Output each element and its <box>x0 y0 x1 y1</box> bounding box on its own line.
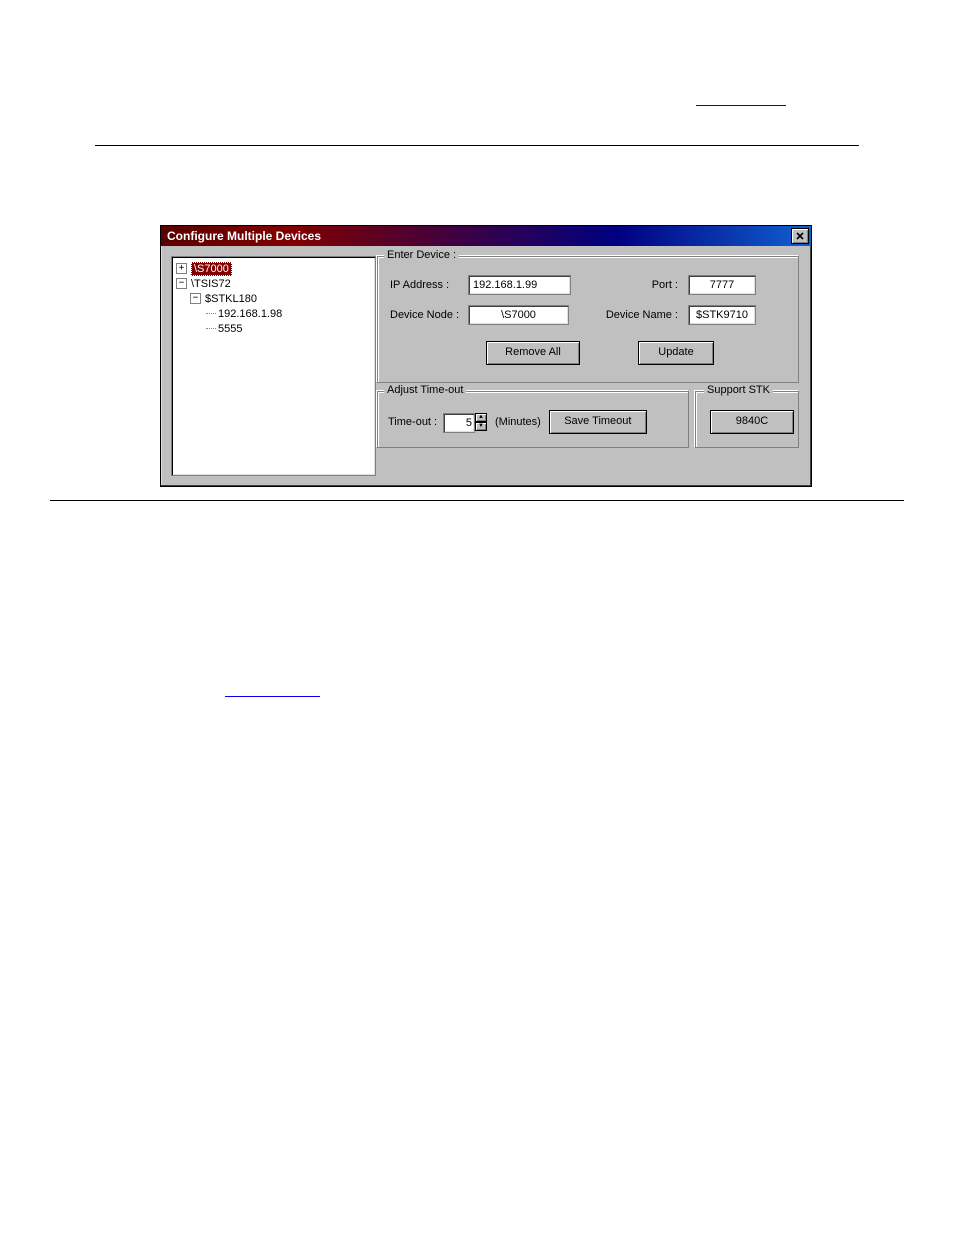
port-input[interactable]: 7777 <box>688 275 756 295</box>
collapse-icon[interactable]: − <box>190 293 201 304</box>
ip-address-label: IP Address : <box>390 279 468 291</box>
save-timeout-button[interactable]: Save Timeout <box>549 410 647 434</box>
tree-node-s7000[interactable]: + \S7000 <box>176 261 371 276</box>
tree-node-label: \TSIS72 <box>191 278 231 290</box>
tree-node-label: $STKL180 <box>205 293 257 305</box>
update-button[interactable]: Update <box>638 341 714 365</box>
spin-up-icon[interactable]: ▲ <box>475 413 487 422</box>
ip-address-input[interactable]: 192.168.1.99 <box>468 275 571 295</box>
device-name-input[interactable]: $STK9710 <box>688 305 756 325</box>
timeout-spinner[interactable]: 5 ▲ ▼ <box>443 413 487 431</box>
port-label: Port : <box>626 279 678 291</box>
tree-node-label: \S7000 <box>191 262 232 276</box>
dialog-title: Configure Multiple Devices <box>163 226 791 246</box>
expand-icon[interactable]: + <box>176 263 187 274</box>
collapse-icon[interactable]: − <box>176 278 187 289</box>
titlebar: Configure Multiple Devices <box>161 226 811 246</box>
support-stk-group: Support STK 9840C <box>695 391 799 448</box>
remove-all-button[interactable]: Remove All <box>486 341 580 365</box>
device-tree[interactable]: + \S7000 − \TSIS72 − $STKL180 192.168.1.… <box>171 256 376 476</box>
enter-device-legend: Enter Device : <box>384 249 459 261</box>
tree-node-stkl180[interactable]: − $STKL180 <box>176 291 371 306</box>
timeout-legend: Adjust Time-out <box>384 384 466 396</box>
device-node-label: Device Node : <box>390 309 468 321</box>
close-icon[interactable] <box>791 228 809 244</box>
tree-node-label: 192.168.1.98 <box>218 308 282 320</box>
timeout-units: (Minutes) <box>495 416 541 428</box>
device-name-label: Device Name : <box>598 309 678 321</box>
timeout-label: Time-out : <box>388 416 443 428</box>
tree-node-ip[interactable]: 192.168.1.98 <box>176 306 371 321</box>
adjust-timeout-group: Adjust Time-out Time-out : 5 ▲ ▼ (Minute… <box>377 391 689 448</box>
tree-node-label: 5555 <box>218 323 242 335</box>
tree-node-port[interactable]: 5555 <box>176 321 371 336</box>
timeout-value[interactable]: 5 <box>443 413 475 433</box>
stk-legend: Support STK <box>704 384 773 396</box>
spin-down-icon[interactable]: ▼ <box>475 422 487 431</box>
device-node-input[interactable]: \S7000 <box>468 305 569 325</box>
stk-9840c-button[interactable]: 9840C <box>710 410 794 434</box>
enter-device-group: Enter Device : IP Address : 192.168.1.99… <box>377 256 799 383</box>
configure-multiple-devices-dialog: Configure Multiple Devices + \S7000 − \T… <box>160 225 812 487</box>
tree-node-tsis72[interactable]: − \TSIS72 <box>176 276 371 291</box>
